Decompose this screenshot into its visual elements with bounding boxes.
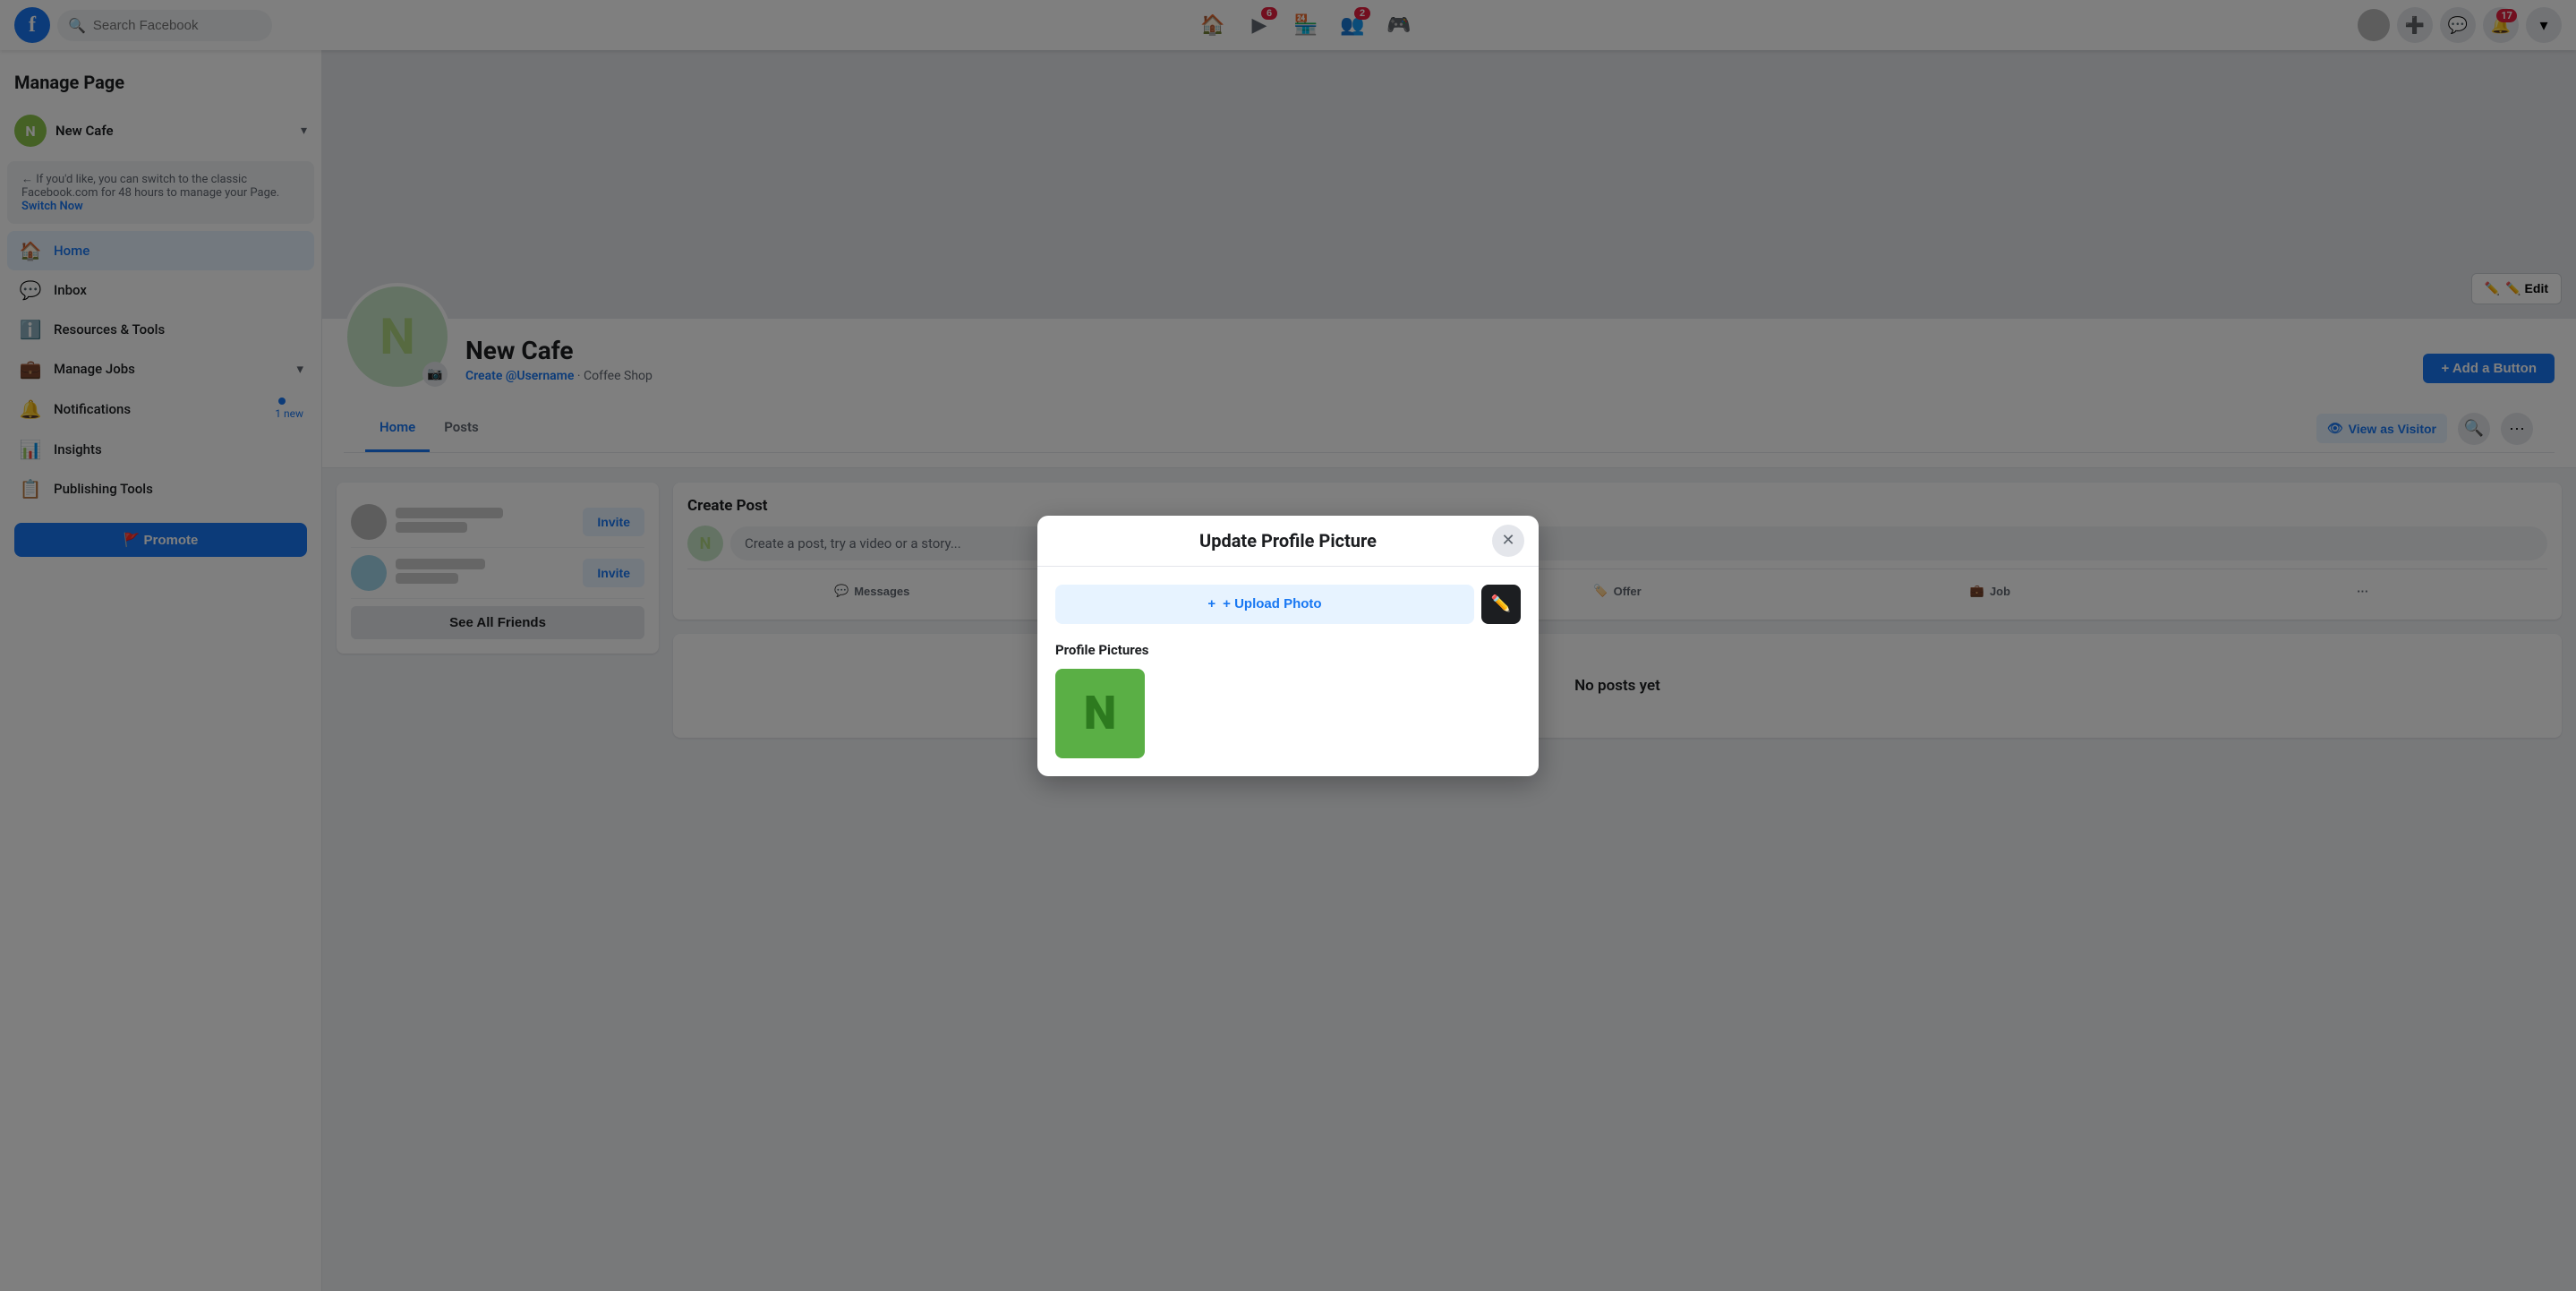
update-profile-picture-modal: Update Profile Picture ✕ + + Upload Phot… xyxy=(1037,516,1539,776)
modal-header: Update Profile Picture ✕ xyxy=(1037,516,1539,567)
modal-overlay[interactable]: Update Profile Picture ✕ + + Upload Phot… xyxy=(0,0,2576,1291)
pencil-icon: ✏️ xyxy=(1491,594,1511,613)
edit-photo-button[interactable]: ✏️ xyxy=(1481,585,1521,624)
pic-letter: N xyxy=(1084,686,1117,740)
profile-pic-item-1[interactable]: N xyxy=(1055,669,1145,758)
plus-icon: + xyxy=(1207,596,1215,611)
upload-photo-button[interactable]: + + Upload Photo xyxy=(1055,585,1474,624)
profile-pictures-label: Profile Pictures xyxy=(1055,642,1521,658)
modal-body: + + Upload Photo ✏️ Profile Pictures N xyxy=(1037,567,1539,776)
profile-pic-grid: N xyxy=(1055,669,1521,758)
modal-close-button[interactable]: ✕ xyxy=(1492,525,1524,557)
upload-row: + + Upload Photo ✏️ xyxy=(1055,585,1521,624)
modal-title: Update Profile Picture xyxy=(1199,530,1377,551)
upload-label: + Upload Photo xyxy=(1223,596,1321,611)
